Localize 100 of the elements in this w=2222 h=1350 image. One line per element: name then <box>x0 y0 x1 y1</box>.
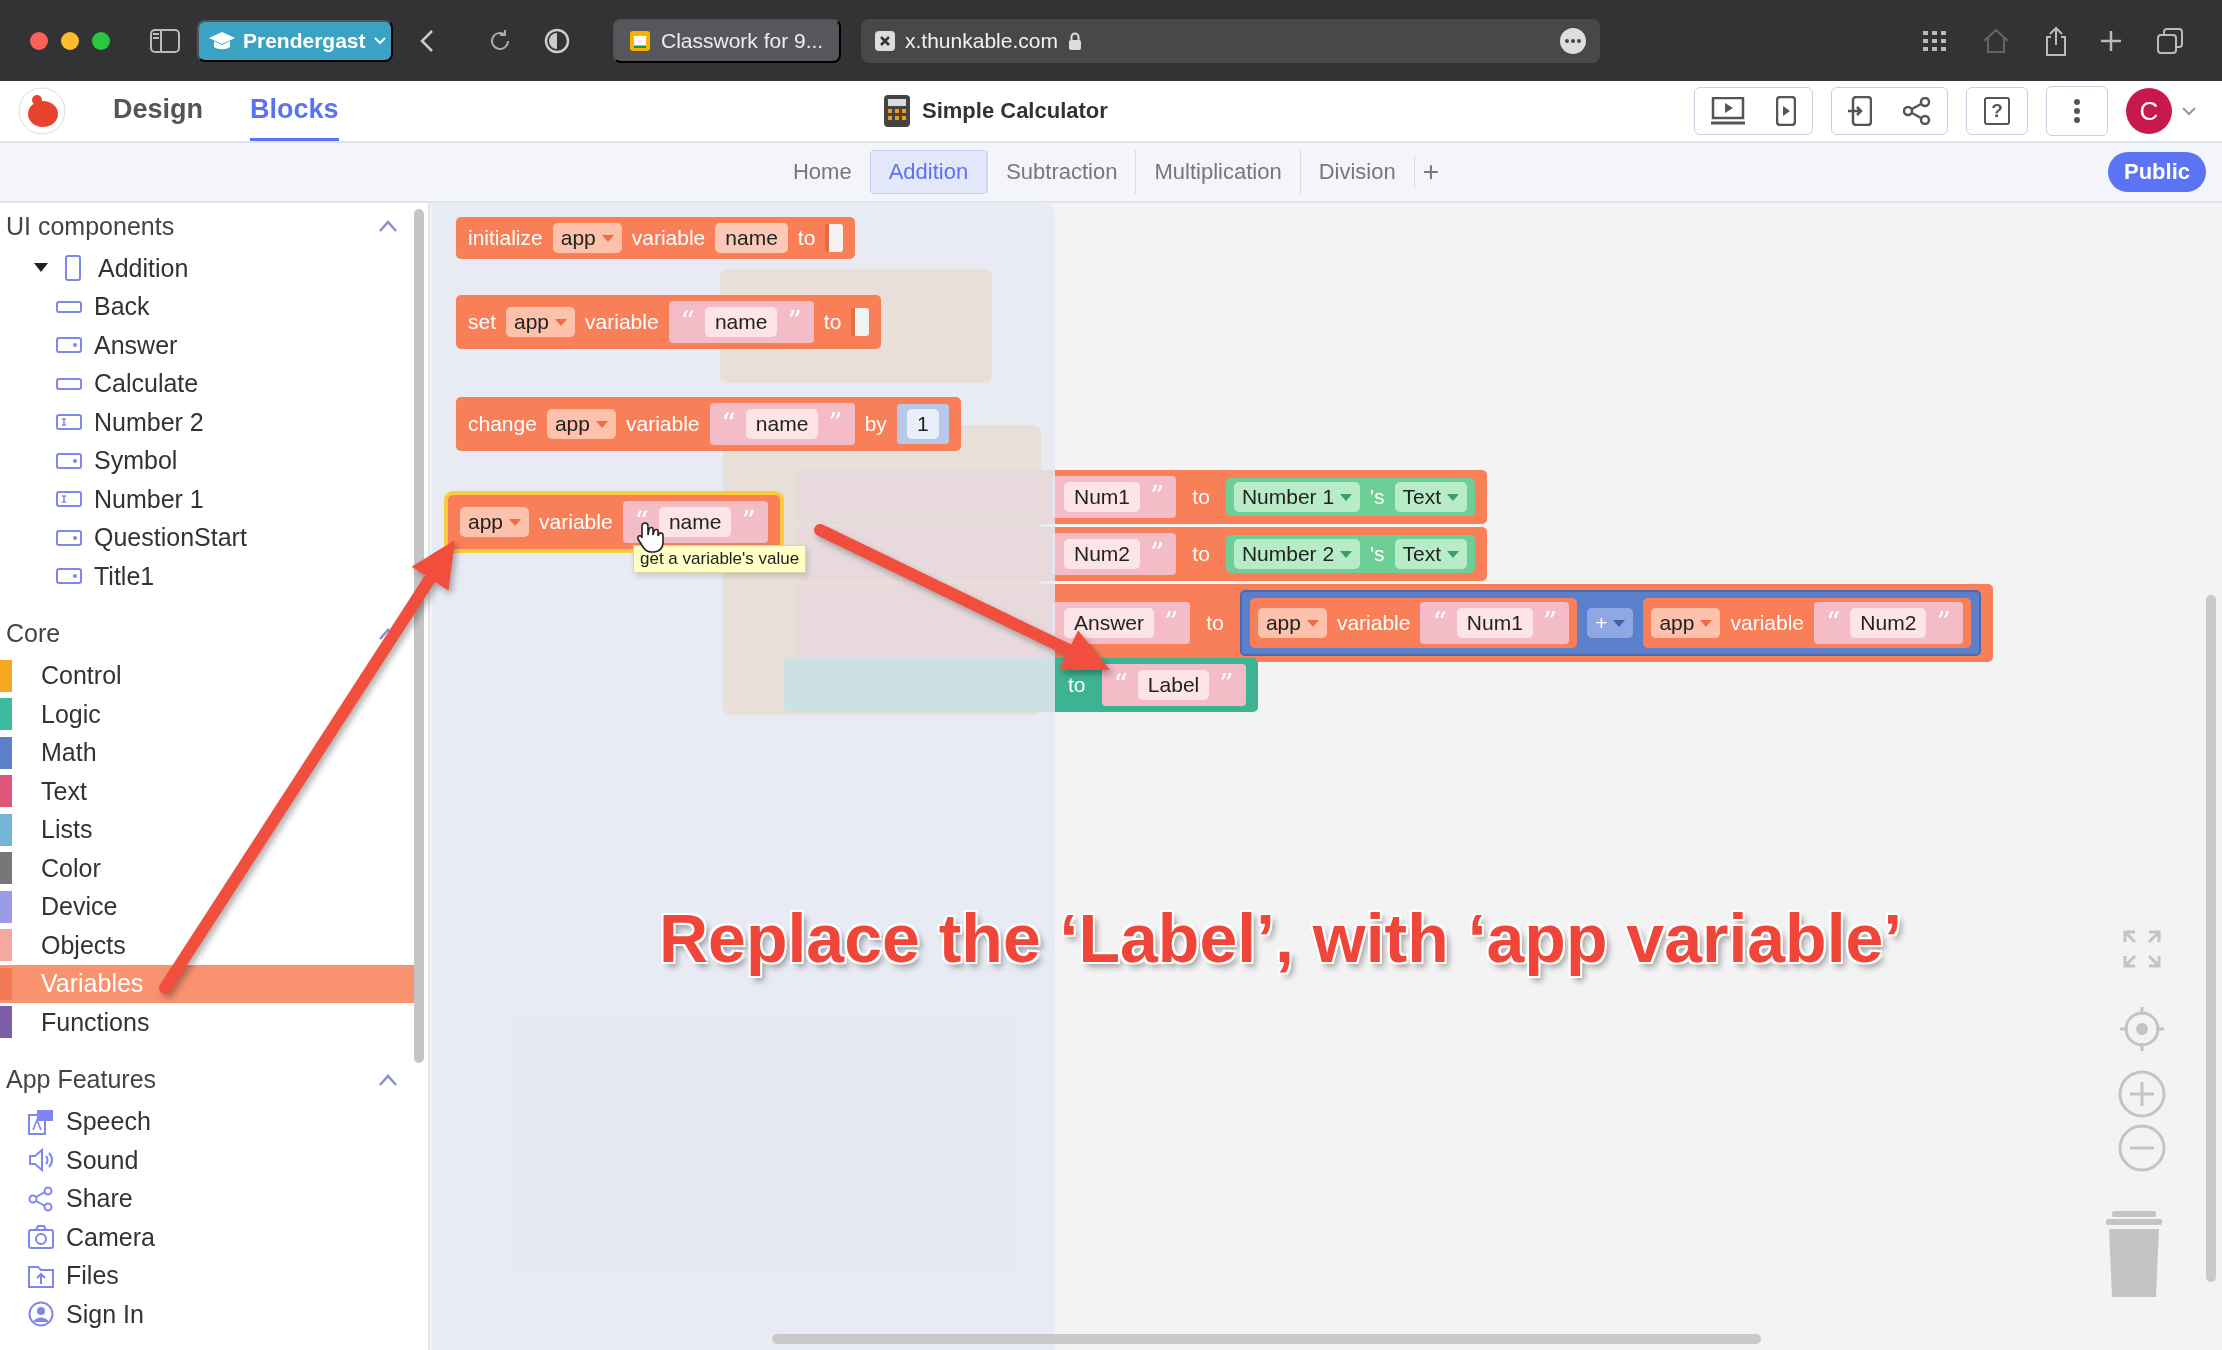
screen-tab[interactable]: Home <box>774 150 870 194</box>
minimize-button[interactable] <box>61 31 79 50</box>
share-nodes-icon[interactable] <box>1903 97 1932 125</box>
block-dropdown[interactable]: app <box>1651 608 1721 638</box>
text-field[interactable]: Answer <box>1064 608 1155 638</box>
variable-block[interactable]: app variable “ Num1 ” <box>1249 598 1578 648</box>
tree-item[interactable]: Answer <box>94 330 178 360</box>
block-dropdown[interactable]: Number 1 <box>1233 482 1361 512</box>
block-dropdown[interactable]: Text <box>1394 539 1468 569</box>
category-item[interactable]: Functions <box>0 1003 414 1042</box>
address-bar[interactable]: x.thunkable.com <box>861 18 1600 63</box>
feature-item[interactable]: Sign In <box>66 1299 144 1329</box>
reload-icon[interactable] <box>488 28 512 53</box>
text-field[interactable]: name <box>658 507 732 537</box>
screen-tab[interactable]: Subtraction <box>987 150 1136 194</box>
phone-preview-icon[interactable] <box>1776 96 1797 126</box>
component-block[interactable]: Number 2 's Text <box>1225 535 1476 573</box>
number-field[interactable]: 1 <box>906 409 939 439</box>
menu-button[interactable] <box>2046 86 2108 136</box>
number-block[interactable]: 1 <box>896 404 949 444</box>
screen-tab[interactable]: Multiplication <box>1135 150 1300 194</box>
category-item[interactable]: Logic <box>0 695 414 734</box>
chevron-up-icon[interactable] <box>378 1073 398 1086</box>
tabs-icon[interactable] <box>2157 27 2183 54</box>
laptop-preview-icon[interactable] <box>1710 97 1745 125</box>
share-icon[interactable] <box>2045 25 2067 56</box>
zoom-button[interactable] <box>92 31 110 50</box>
math-block[interactable]: app variable “ Num1 ” + app variable “ Num2 ” <box>1239 590 1981 656</box>
block-dropdown[interactable]: app <box>552 223 622 253</box>
name-field[interactable]: name <box>715 223 788 253</box>
block-dropdown[interactable]: app <box>506 307 576 337</box>
text-block[interactable]: Answer ” <box>1052 602 1191 644</box>
chevron-up-icon[interactable] <box>378 220 398 232</box>
feature-item[interactable]: Sound <box>66 1145 139 1175</box>
feature-item[interactable]: Speech <box>66 1107 151 1137</box>
tree-item[interactable]: Title1 <box>94 561 155 591</box>
category-item[interactable]: Math <box>0 733 414 772</box>
feature-item[interactable]: Files <box>66 1261 119 1291</box>
text-block[interactable]: “ name ” <box>668 301 814 343</box>
tree-item[interactable]: Back <box>94 292 150 322</box>
more-icon[interactable] <box>1560 27 1586 54</box>
variable-block[interactable]: app variable “ Num2 ” <box>1643 598 1971 648</box>
category-item[interactable]: Text <box>0 772 414 811</box>
text-block[interactable]: “ Label ” <box>1101 664 1246 706</box>
chevron-down-icon[interactable] <box>2182 106 2196 116</box>
screen-tab[interactable]: Division <box>1299 150 1414 194</box>
logo-icon[interactable] <box>18 87 66 135</box>
component-block[interactable]: Number 1 's Text <box>1225 478 1476 516</box>
category-item[interactable]: Color <box>0 849 414 888</box>
help-button[interactable]: ? <box>1966 87 2028 135</box>
scrollbar[interactable] <box>772 1334 1761 1344</box>
text-block[interactable]: Num2 ” <box>1052 533 1177 575</box>
scrollbar[interactable] <box>2206 595 2216 1282</box>
text-block[interactable]: Num1 ” <box>1052 476 1177 518</box>
moon-icon[interactable] <box>544 27 570 54</box>
grid-icon[interactable] <box>1923 30 1947 51</box>
variable-block[interactable]: initialize app variable name to <box>456 217 856 259</box>
expand-triangle-icon[interactable] <box>34 263 48 274</box>
tree-item[interactable]: Calculate <box>94 369 199 399</box>
tree-item[interactable]: QuestionStart <box>94 523 247 553</box>
variable-block[interactable]: change app variable “ name ” by 1 <box>456 397 961 451</box>
text-block[interactable]: “ Num2 ” <box>1814 602 1963 644</box>
mode-tab[interactable]: Design <box>113 81 204 141</box>
add-screen-button[interactable]: + <box>1413 156 1448 188</box>
sidebar-icon[interactable] <box>150 28 180 53</box>
block-label: 's <box>1370 485 1385 509</box>
text-block[interactable]: “ name ” <box>709 403 855 445</box>
category-item[interactable]: Objects <box>0 926 414 965</box>
text-block[interactable]: “ Num1 ” <box>1420 602 1570 644</box>
text-field[interactable]: Label <box>1137 670 1210 700</box>
text-block[interactable]: “ name ” <box>622 501 768 543</box>
tree-item[interactable]: Symbol <box>94 446 178 476</box>
text-field[interactable]: Num2 <box>1064 539 1141 569</box>
text-field[interactable]: name <box>704 307 778 337</box>
feature-item[interactable]: Share <box>66 1184 133 1214</box>
block-dropdown[interactable]: Text <box>1394 482 1468 512</box>
text-field[interactable]: Num2 <box>1850 608 1927 638</box>
public-button[interactable]: Public <box>2108 152 2206 192</box>
scrollbar[interactable] <box>414 209 424 1063</box>
feature-item[interactable]: Camera <box>66 1222 155 1252</box>
block-dropdown[interactable]: Number 2 <box>1233 539 1361 569</box>
user-avatar[interactable]: C <box>2126 88 2172 134</box>
text-field[interactable]: Num1 <box>1064 482 1141 512</box>
tree-item[interactable]: Addition <box>98 253 189 283</box>
tree-item[interactable]: Number 2 <box>94 407 204 437</box>
block-dropdown[interactable]: app <box>1257 608 1327 638</box>
tree-item[interactable]: Number 1 <box>94 484 204 514</box>
category-item[interactable]: Control <box>0 656 414 695</box>
phone-export-icon[interactable] <box>1847 96 1872 126</box>
block-dropdown[interactable]: app <box>460 507 530 537</box>
close-button[interactable] <box>30 31 48 50</box>
block-dropdown[interactable]: app <box>546 409 616 439</box>
variable-block[interactable]: set app variable “ name ” to <box>456 295 882 349</box>
text-field[interactable]: name <box>745 409 819 439</box>
browser-tab[interactable]: Classwork for 9... <box>613 18 841 63</box>
back-icon[interactable] <box>420 28 434 53</box>
text-field[interactable]: Num1 <box>1456 608 1533 638</box>
plus-icon[interactable] <box>2100 29 2122 52</box>
category-item[interactable]: Lists <box>0 810 414 849</box>
category-item[interactable]: Device <box>0 887 414 926</box>
